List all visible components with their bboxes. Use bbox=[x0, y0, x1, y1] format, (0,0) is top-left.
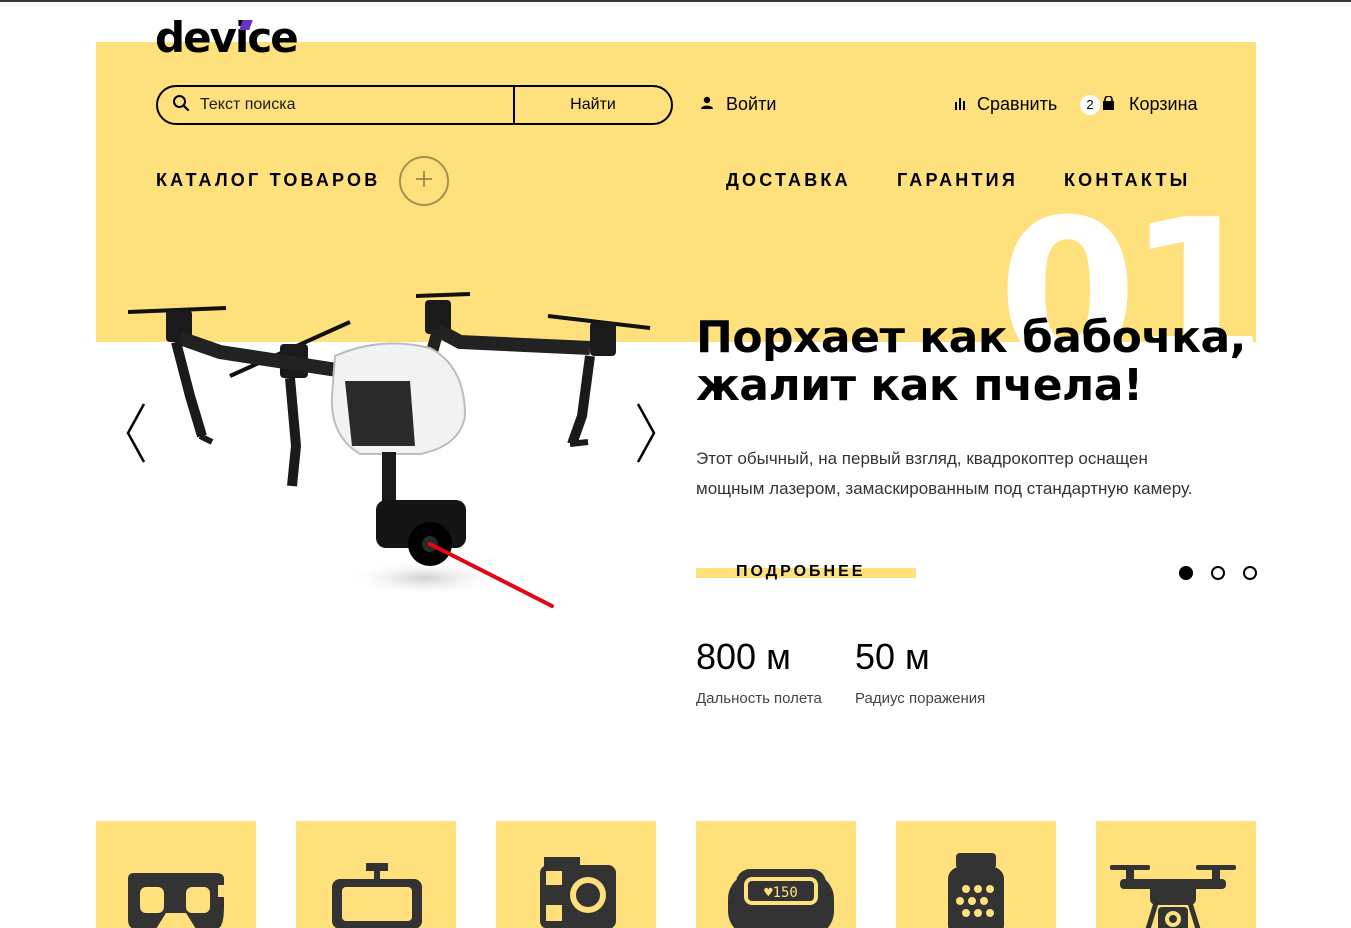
slide-description-line-2: мощным лазером, замаскированным под стан… bbox=[696, 479, 1193, 498]
plus-icon bbox=[414, 169, 434, 194]
stat-radius: 50 м Радиус поражения bbox=[855, 636, 985, 707]
fitness-band-icon: ♥150 bbox=[728, 869, 834, 928]
smartwatch-icon bbox=[948, 853, 1004, 928]
svg-text:♥150: ♥150 bbox=[764, 885, 798, 901]
compare-link[interactable]: Сравнить bbox=[954, 94, 1057, 115]
nav-link-warranty[interactable]: ГАРАНТИЯ bbox=[897, 170, 1018, 191]
login-label: Войти bbox=[726, 94, 777, 114]
category-tile-smartwatch[interactable] bbox=[896, 821, 1056, 928]
login-link[interactable]: Войти bbox=[700, 94, 776, 115]
slider-dot-1[interactable] bbox=[1179, 566, 1193, 580]
nav-link-delivery[interactable]: ДОСТАВКА bbox=[726, 170, 851, 191]
cart-label: Корзина bbox=[1129, 94, 1198, 114]
stat-radius-label: Радиус поражения bbox=[855, 690, 986, 707]
shopping-bag-icon bbox=[1102, 94, 1115, 115]
cart-link[interactable]: 2 Корзина bbox=[1080, 94, 1198, 115]
search-field bbox=[158, 87, 515, 123]
logo[interactable]: device bbox=[155, 14, 299, 62]
top-border bbox=[0, 0, 1351, 2]
slide-title-line-1: Порхает как бабочка, bbox=[696, 312, 1246, 363]
stat-range-label: Дальность полета bbox=[696, 690, 822, 707]
slider-dot-2[interactable] bbox=[1211, 566, 1225, 580]
slide-description: Этот обычный, на первый взгляд, квадроко… bbox=[696, 444, 1256, 504]
slide-title-line-2: жалит как пчела! bbox=[696, 360, 1143, 411]
catalog-toggle-button[interactable] bbox=[399, 156, 449, 206]
catalog-link[interactable]: КАТАЛОГ ТОВАРОВ bbox=[156, 170, 380, 191]
stat-range: 800 м Дальность полета bbox=[696, 636, 822, 707]
stat-radius-value: 50 м bbox=[855, 636, 930, 677]
category-tile-action-camera[interactable] bbox=[496, 821, 656, 928]
more-button[interactable]: ПОДРОБНЕЕ bbox=[696, 560, 916, 588]
search-form: Найти bbox=[156, 85, 673, 125]
action-camera-icon bbox=[540, 857, 616, 928]
search-button[interactable]: Найти bbox=[515, 87, 671, 123]
slide-description-line-1: Этот обычный, на первый взгляд, квадроко… bbox=[696, 449, 1148, 468]
drone-image bbox=[120, 286, 660, 621]
category-tile-selfie[interactable] bbox=[296, 821, 456, 928]
search-icon bbox=[172, 94, 190, 117]
category-tile-fitness-band[interactable]: ♥150 bbox=[696, 821, 856, 928]
category-tile-vr[interactable] bbox=[96, 821, 256, 928]
search-input[interactable] bbox=[200, 96, 500, 114]
slider-dot-3[interactable] bbox=[1243, 566, 1257, 580]
drone-icon bbox=[1110, 865, 1236, 928]
stat-range-value: 800 м bbox=[696, 636, 791, 677]
vr-headset-icon bbox=[128, 873, 224, 928]
slide-title: Порхает как бабочка, жалит как пчела! bbox=[696, 314, 1256, 410]
cart-count-badge: 2 bbox=[1080, 94, 1100, 115]
slider-pagination bbox=[1179, 566, 1257, 580]
nav-link-contacts[interactable]: КОНТАКТЫ bbox=[1064, 170, 1191, 191]
compare-label: Сравнить bbox=[977, 94, 1058, 114]
user-icon bbox=[700, 94, 714, 115]
more-button-label: ПОДРОБНЕЕ bbox=[736, 563, 866, 580]
category-tile-drone[interactable] bbox=[1096, 821, 1256, 928]
chart-bars-icon bbox=[954, 94, 967, 115]
selfie-stick-icon bbox=[332, 863, 422, 928]
